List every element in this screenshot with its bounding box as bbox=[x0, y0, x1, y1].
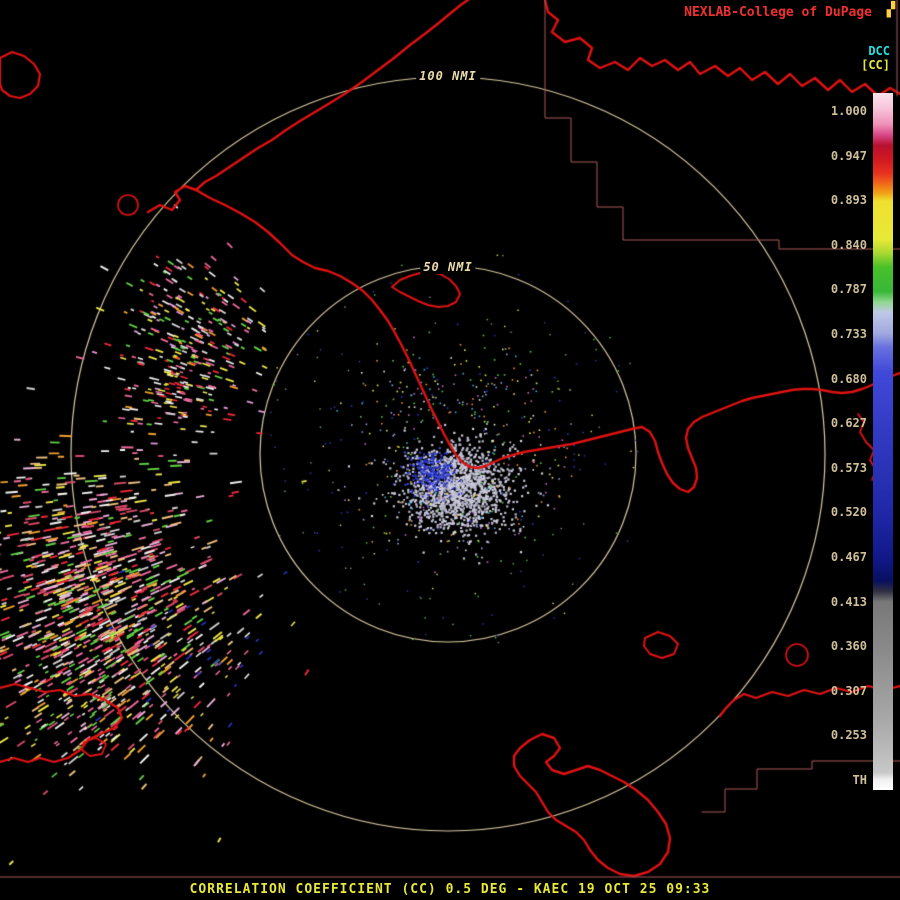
site-title: NEXLAB-College of DuPage bbox=[684, 5, 872, 20]
corner-logo-icon: ▞ bbox=[887, 2, 895, 18]
radar-viewer: 100 NMI 50 NMI NEXLAB-College of DuPage ▞… bbox=[0, 0, 900, 900]
threshold-label: TH bbox=[813, 773, 867, 789]
colorbar-tick-label: 0.573 bbox=[813, 461, 867, 477]
colorbar-tick-label: 0.733 bbox=[813, 327, 867, 343]
colorbar-tick-label: 0.360 bbox=[813, 639, 867, 655]
colorbar-tick-label: 0.520 bbox=[813, 505, 867, 521]
colorbar-tick-label: 0.787 bbox=[813, 282, 867, 298]
colorbar-tick-labels: 1.000 0.947 0.893 0.840 0.787 0.733 0.680 0.627… bbox=[813, 93, 867, 790]
status-bar: CORRELATION COEFFICIENT (CC) 0.5 DEG - K… bbox=[0, 882, 900, 897]
colorbar-tick-label: 0.947 bbox=[813, 149, 867, 165]
colorbar-tick-label: 0.413 bbox=[813, 595, 867, 611]
legend-units-label: [CC] bbox=[861, 58, 890, 72]
legend-product-code: DCC bbox=[861, 44, 890, 58]
colorbar-tick-label: 1.000 bbox=[813, 104, 867, 120]
colorbar-tick-label: 0.627 bbox=[813, 416, 867, 432]
colorbar-tick-label: 0.893 bbox=[813, 193, 867, 209]
colorbar-tick-label: 0.467 bbox=[813, 550, 867, 566]
range-ring-label: 50 NMI bbox=[420, 260, 475, 274]
ring-labels-layer: 100 NMI 50 NMI bbox=[0, 0, 900, 900]
colorbar-tick-label: 0.253 bbox=[813, 728, 867, 744]
legend-header: DCC [CC] bbox=[861, 44, 890, 72]
colorbar-tick-label: 0.680 bbox=[813, 372, 867, 388]
colorbar-tick-label: 0.307 bbox=[813, 684, 867, 700]
range-ring-label: 100 NMI bbox=[416, 69, 480, 83]
colorbar-tick-label: 0.840 bbox=[813, 238, 867, 254]
colorbar bbox=[873, 93, 893, 790]
